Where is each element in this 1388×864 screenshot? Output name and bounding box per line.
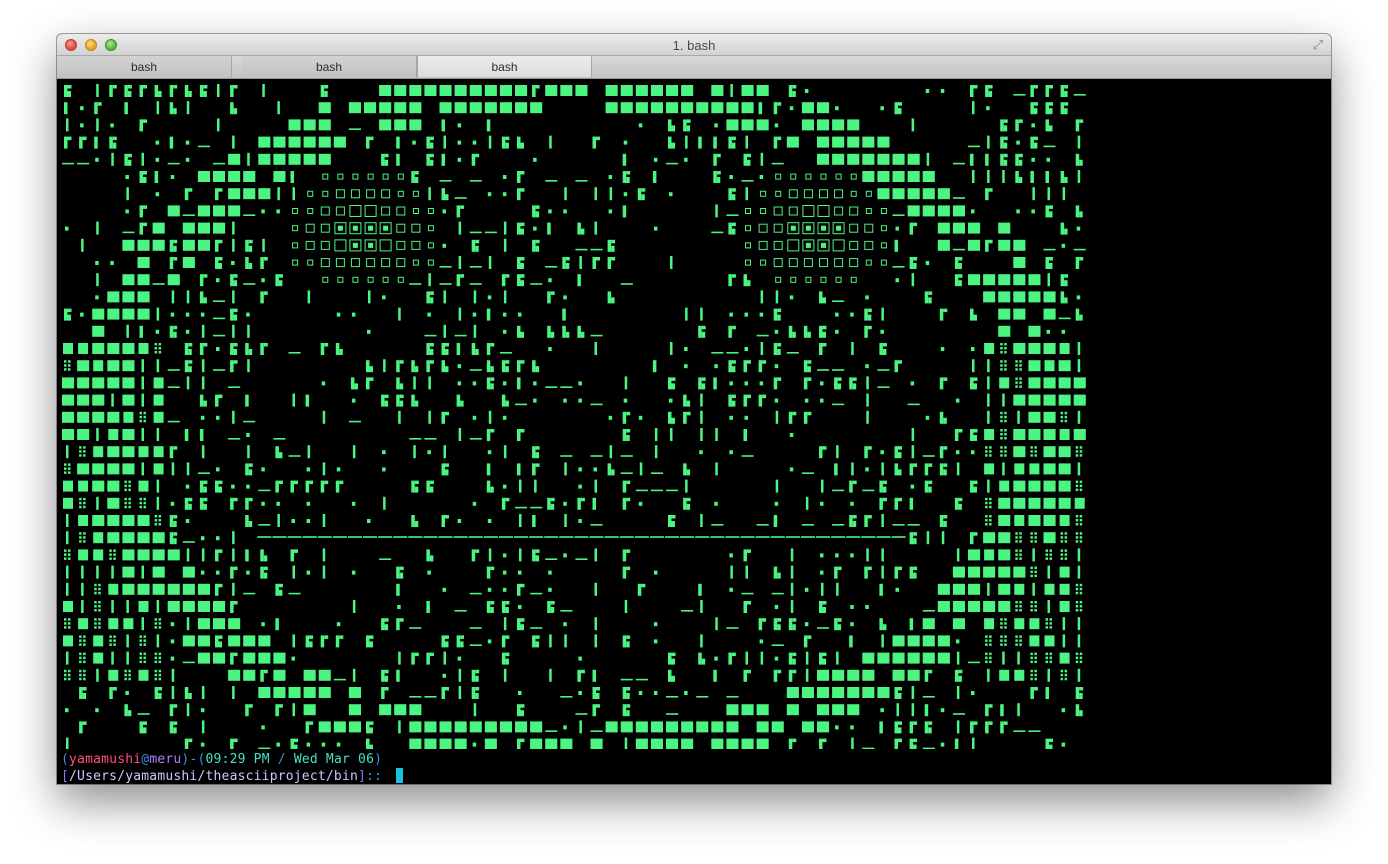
title-bar: 1. bash ⤢ — [57, 34, 1331, 56]
terminal-content[interactable]: (yamamushi@meru)-(09:29 PM / Wed Mar 06)… — [57, 79, 1331, 784]
text-cursor — [396, 768, 404, 783]
tab-bar: bash bash bash — [57, 56, 1331, 79]
tab-bash-2[interactable]: bash — [242, 56, 417, 78]
window-title: 1. bash — [672, 38, 716, 53]
tab-bash-3[interactable]: bash — [417, 56, 592, 77]
prompt-time: 09:29 PM — [205, 752, 270, 767]
prompt-date: Wed Mar 06 — [293, 752, 375, 767]
prompt-line-2: [/Users/yamamushi/theasciiproject/bin]:: — [61, 768, 404, 784]
terminal-window: 1. bash ⤢ bash bash bash (yamamushi@meru… — [57, 34, 1331, 784]
prompt-line-1: (yamamushi@meru)-(09:29 PM / Wed Mar 06) — [61, 752, 383, 767]
tab-bash-1[interactable]: bash — [57, 56, 232, 78]
prompt-path: /Users/yamamushi/theasciiproject/bin — [69, 769, 358, 784]
fullscreen-icon[interactable]: ⤢ — [1311, 38, 1325, 52]
prompt-suffix: :: — [366, 769, 391, 784]
prompt-host: meru — [149, 752, 182, 767]
ascii-art-mandala — [62, 84, 1086, 749]
prompt-user: yamamushi — [69, 752, 142, 767]
